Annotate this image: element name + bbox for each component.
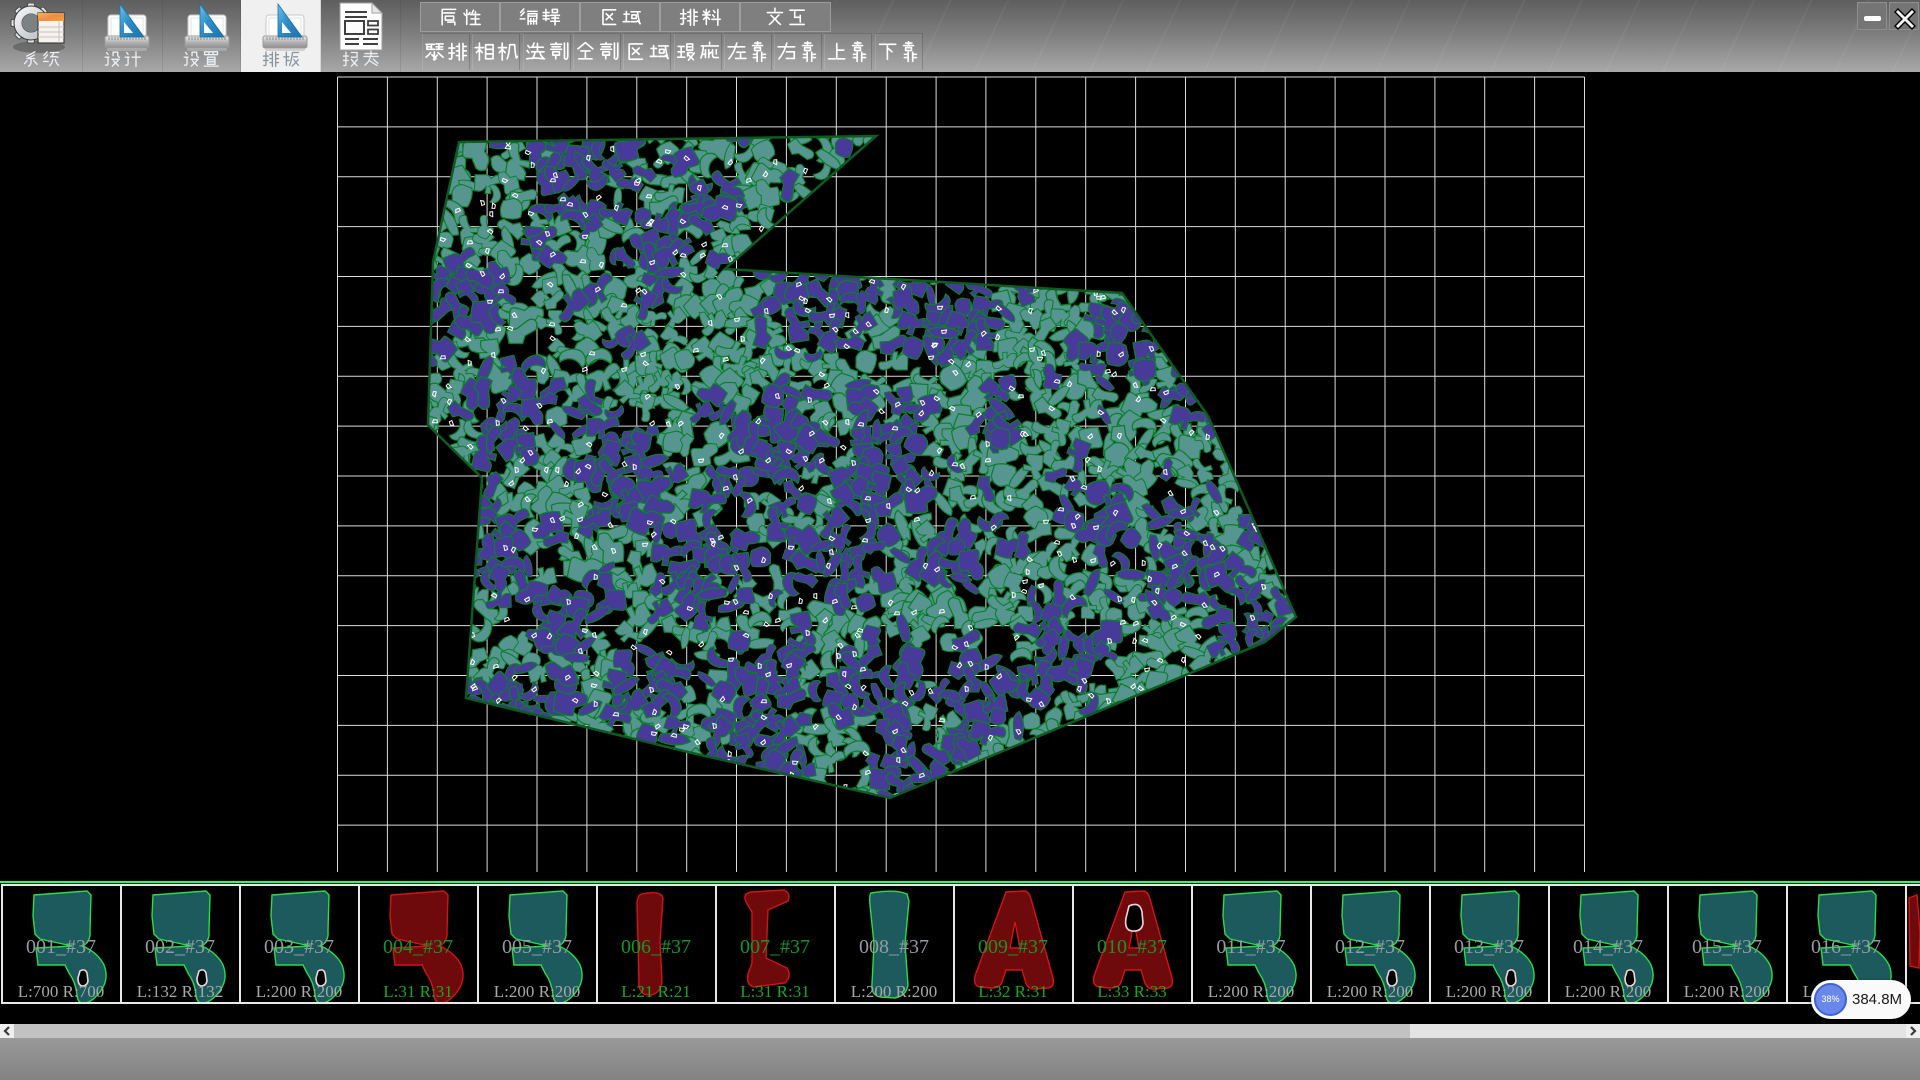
svg-text:L:21 R:21: L:21 R:21 [621, 982, 690, 1001]
svg-text:010_#37: 010_#37 [1097, 936, 1167, 958]
svg-text:001_#37: 001_#37 [26, 936, 96, 958]
svg-text:011_#37: 011_#37 [1216, 936, 1285, 958]
svg-text:L:700 R:700: L:700 R:700 [18, 982, 104, 1001]
svg-text:014_#37: 014_#37 [1573, 936, 1643, 958]
svg-text:009_#37: 009_#37 [978, 936, 1048, 958]
svg-text:004_#37: 004_#37 [383, 936, 453, 958]
svg-text:L:200 R:200: L:200 R:200 [256, 982, 342, 1001]
svg-text:L:200 R:200: L:200 R:200 [1446, 982, 1532, 1001]
svg-text:016_#37: 016_#37 [1811, 936, 1881, 958]
svg-text:L:200 R:200: L:200 R:200 [851, 982, 937, 1001]
svg-text:L:200 R:200: L:200 R:200 [1565, 982, 1651, 1001]
svg-text:007_#37: 007_#37 [740, 936, 810, 958]
svg-text:L:32 R:31: L:32 R:31 [978, 982, 1047, 1001]
svg-text:013_#37: 013_#37 [1454, 936, 1524, 958]
svg-text:008_#37: 008_#37 [859, 936, 929, 958]
svg-text:L:200 R:200: L:200 R:200 [1327, 982, 1413, 1001]
svg-text:L:33 R:33: L:33 R:33 [1097, 982, 1166, 1001]
svg-text:L:200 R:200: L:200 R:200 [1684, 982, 1770, 1001]
svg-text:L:200 R:200: L:200 R:200 [494, 982, 580, 1001]
svg-text:L:132 R:132: L:132 R:132 [137, 982, 223, 1001]
svg-text:012_#37: 012_#37 [1335, 936, 1405, 958]
svg-text:002_#37: 002_#37 [145, 936, 215, 958]
svg-text:L:31 R:31: L:31 R:31 [383, 982, 452, 1001]
svg-text:L:31 R:31: L:31 R:31 [740, 982, 809, 1001]
svg-text:006_#37: 006_#37 [621, 936, 691, 958]
svg-text:L:200 R:200: L:200 R:200 [1208, 982, 1294, 1001]
svg-text:003_#37: 003_#37 [264, 936, 334, 958]
svg-text:005_#37: 005_#37 [502, 936, 572, 958]
svg-text:015_#37: 015_#37 [1692, 936, 1762, 958]
